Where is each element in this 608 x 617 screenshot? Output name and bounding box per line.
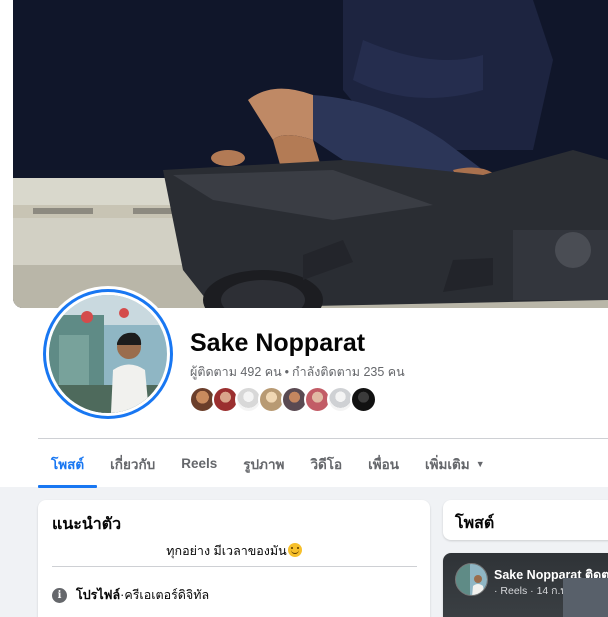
posts-title: โพสต์	[455, 515, 495, 532]
tab-friends[interactable]: เพื่อน	[355, 440, 412, 487]
profile-picture[interactable]	[40, 286, 176, 422]
post-header: Sake Nopparat ติดตา · Reels · 14 ก.พ. ·	[443, 553, 608, 617]
profile-label: โปรไฟล์	[76, 588, 121, 602]
tab-label: เกี่ยวกับ	[110, 456, 156, 472]
friend-avatars	[189, 386, 377, 414]
friend-avatar[interactable]	[350, 386, 377, 413]
smile-emoji-icon	[287, 543, 302, 557]
avatar-image	[49, 295, 167, 413]
tab-videos[interactable]: วิดีโอ	[297, 440, 355, 487]
tab-label: วิดีโอ	[310, 456, 343, 472]
tab-label: Reels	[181, 456, 218, 471]
posts-header-card: โพสต์	[443, 500, 608, 540]
profile-category-row: i โปรไฟล์ · ครีเอเตอร์ดิจิทัล	[52, 585, 209, 605]
follow-separator: •	[284, 365, 290, 379]
tab-label: รูปภาพ	[243, 456, 285, 472]
tab-label: เพื่อน	[368, 456, 400, 472]
tab-label: เพิ่มเติม	[425, 456, 470, 472]
info-icon: i	[52, 587, 67, 603]
story-ring	[43, 289, 173, 419]
intro-title: แนะนำตัว	[52, 516, 122, 533]
post-card[interactable]: Sake Nopparat ติดตา · Reels · 14 ก.พ. ·	[443, 553, 608, 617]
profile-category: ครีเอเตอร์ดิจิทัล	[124, 588, 210, 602]
bio-text-row: ทุกอย่าง มีเวลาของมัน	[38, 541, 430, 561]
following-link[interactable]: กำลังติดตาม 235 คน	[292, 365, 405, 379]
tab-reels[interactable]: Reels	[168, 440, 230, 487]
caret-down-icon: ▼	[475, 458, 485, 469]
tab-label: โพสต์	[51, 456, 85, 472]
post-thumbnail[interactable]	[563, 578, 608, 617]
profile-tabs: โพสต์ เกี่ยวกับ Reels รูปภาพ วิดีโอ เพื่…	[38, 440, 498, 488]
post-author-avatar[interactable]	[455, 563, 488, 596]
tab-more[interactable]: เพิ่มเติม ▼	[412, 440, 498, 487]
intro-card: แนะนำตัว ทุกอย่าง มีเวลาของมัน i โปรไฟล์…	[38, 500, 430, 617]
follow-counts: ผู้ติดตาม 492 คน • กำลังติดตาม 235 คน	[190, 362, 405, 382]
followers-link[interactable]: ผู้ติดตาม 492 คน	[190, 365, 282, 379]
header-divider	[38, 438, 608, 439]
bio-text: ทุกอย่าง มีเวลาของมัน	[166, 544, 287, 558]
cover-photo[interactable]	[13, 0, 608, 308]
tab-about[interactable]: เกี่ยวกับ	[97, 440, 168, 487]
profile-name: Sake Nopparat	[190, 329, 366, 357]
tab-posts[interactable]: โพสต์	[38, 440, 98, 488]
tab-photos[interactable]: รูปภาพ	[230, 440, 297, 487]
avatar-frame	[46, 292, 170, 416]
intro-divider	[52, 566, 417, 567]
